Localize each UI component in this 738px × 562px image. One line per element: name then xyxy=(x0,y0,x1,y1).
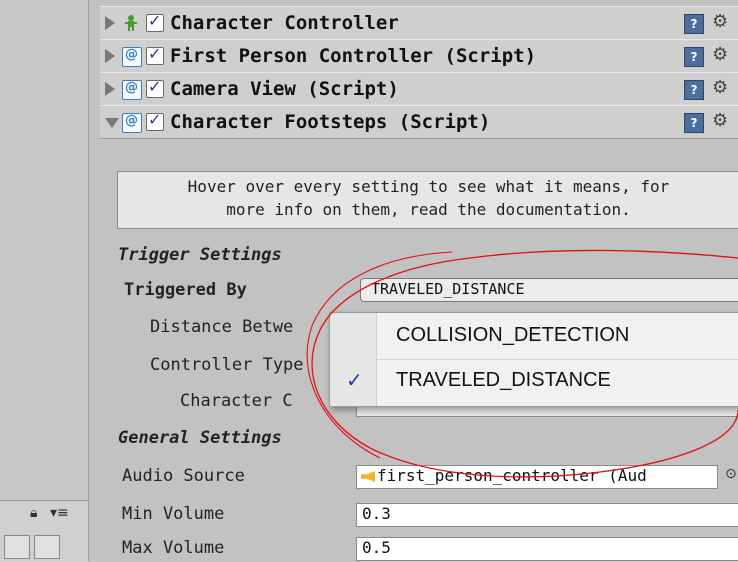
component-enabled-checkbox[interactable] xyxy=(146,11,164,32)
component-title: First Person Controller (Script) xyxy=(170,45,537,67)
component-title: Character Footsteps (Script) xyxy=(170,111,491,133)
lock-icon[interactable]: 🔒︎ xyxy=(30,505,37,521)
controller-type-label: Controller Type xyxy=(150,355,304,375)
min-volume-label: Min Volume xyxy=(122,504,225,524)
triggered-by-dropdown: COLLISION_DETECTION ✓ TRAVELED_DISTANCE xyxy=(329,312,738,407)
audio-source-label: Audio Source xyxy=(122,466,245,486)
audio-source-icon xyxy=(361,471,375,482)
dropdown-option-label: TRAVELED_DISTANCE xyxy=(396,369,611,391)
gear-icon[interactable]: ⚙ xyxy=(712,110,728,131)
max-volume-value: 0.5 xyxy=(362,538,391,557)
script-icon: @ xyxy=(122,113,142,133)
general-settings-header: General Settings xyxy=(118,428,282,448)
script-icon: @ xyxy=(122,47,142,67)
min-volume-input[interactable]: 0.3 xyxy=(356,503,738,527)
panel-tab-2[interactable] xyxy=(34,535,60,559)
component-header-character-controller[interactable]: Character Controller ? ⚙ xyxy=(100,6,738,40)
checkmark-icon: ✓ xyxy=(346,368,363,392)
trigger-settings-header: Trigger Settings xyxy=(118,245,282,265)
gear-icon[interactable]: ⚙ xyxy=(712,44,728,65)
triggered-by-label: Triggered By xyxy=(124,280,247,300)
dropdown-option-label: COLLISION_DETECTION xyxy=(396,324,630,346)
help-icon[interactable]: ? xyxy=(684,47,704,67)
help-text-line-2: more info on them, read the documentatio… xyxy=(226,200,631,219)
foldout-open-arrow-icon[interactable] xyxy=(105,118,119,128)
distance-between-label: Distance Betwe xyxy=(150,317,294,337)
help-box: Hover over every setting to see what it … xyxy=(117,171,738,229)
max-volume-label: Max Volume xyxy=(122,538,225,558)
audio-source-value: first_person_controller (Aud xyxy=(377,466,647,485)
foldout-arrow-icon[interactable] xyxy=(105,49,115,63)
script-icon-glyph: @ xyxy=(125,80,138,95)
panel-tab-1[interactable] xyxy=(4,535,30,559)
help-icon[interactable]: ? xyxy=(684,113,704,133)
component-title: Character Controller xyxy=(170,12,399,34)
help-text-line-1: Hover over every setting to see what it … xyxy=(187,177,670,196)
gear-icon[interactable]: ⚙ xyxy=(712,77,728,98)
triggered-by-select[interactable]: TRAVELED_DISTANCE xyxy=(360,278,738,302)
dropdown-option-traveled-distance[interactable]: ✓ TRAVELED_DISTANCE xyxy=(330,360,738,404)
component-header-camera-view[interactable]: @ Camera View (Script) ? ⚙ xyxy=(100,72,738,106)
left-panel xyxy=(0,0,89,561)
component-enabled-checkbox[interactable] xyxy=(146,44,164,65)
help-icon[interactable]: ? xyxy=(684,80,704,100)
component-enabled-checkbox[interactable] xyxy=(146,110,164,131)
character-controller-icon xyxy=(122,14,140,32)
script-icon-glyph: @ xyxy=(125,113,138,128)
inspector-panel: Character Controller ? ⚙ @ First Person … xyxy=(100,0,738,561)
gear-icon[interactable]: ⚙ xyxy=(712,11,728,32)
max-volume-input[interactable]: 0.5 xyxy=(356,537,738,561)
character-controller-label: Character C xyxy=(180,391,293,411)
min-volume-value: 0.3 xyxy=(362,504,391,523)
component-header-first-person-controller[interactable]: @ First Person Controller (Script) ? ⚙ xyxy=(100,39,738,73)
object-picker-icon[interactable]: ⊙ xyxy=(725,466,737,482)
help-icon[interactable]: ? xyxy=(684,14,704,34)
script-icon: @ xyxy=(122,80,142,100)
triggered-by-value: TRAVELED_DISTANCE xyxy=(371,280,525,298)
panel-menu-icon[interactable]: ▾≡ xyxy=(50,505,69,521)
dropdown-option-collision-detection[interactable]: COLLISION_DETECTION xyxy=(330,315,738,359)
script-icon-glyph: @ xyxy=(125,47,138,62)
component-header-character-footsteps[interactable]: @ Character Footsteps (Script) ? ⚙ xyxy=(100,105,738,139)
audio-source-field[interactable]: first_person_controller (Aud xyxy=(356,465,718,489)
component-title: Camera View (Script) xyxy=(170,78,399,100)
foldout-arrow-icon[interactable] xyxy=(105,82,115,96)
component-enabled-checkbox[interactable] xyxy=(146,77,164,98)
foldout-arrow-icon[interactable] xyxy=(105,16,115,30)
